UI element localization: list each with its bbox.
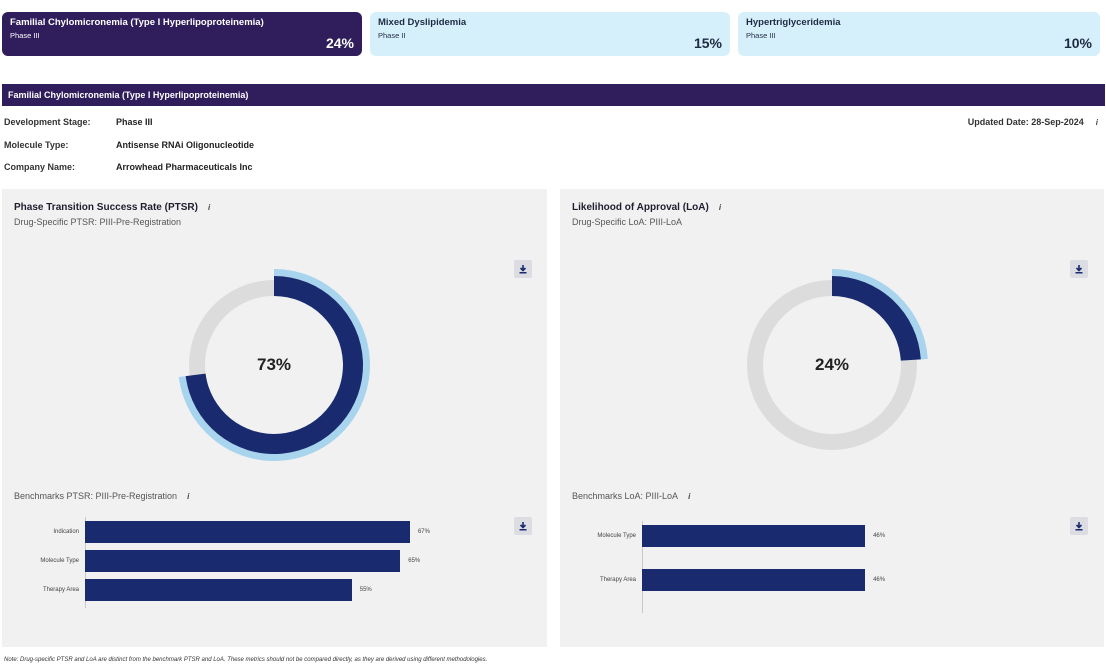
ptsr-benchmark-bar-label: Therapy Area (42, 587, 79, 593)
indication-phase: Phase III (746, 31, 776, 40)
company-value: Arrowhead Pharmaceuticals Inc (116, 162, 253, 172)
company-label: Company Name: (4, 162, 76, 172)
indication-card-familial-chylomicronemia[interactable]: Familial Chylomicronemia (Type I Hyperli… (2, 12, 362, 56)
ptsr-benchmark-bar-value: 55% (359, 587, 372, 593)
ptsr-benchmark-bar-row: Therapy Area 55% (43, 579, 525, 601)
ptsr-subtitle: Drug-Specific PTSR: PIII-Pre-Registratio… (14, 217, 182, 227)
ptsr-benchmark-bar (85, 550, 401, 572)
ptsr-title: Phase Transition Success Rate (PTSR) i (14, 202, 211, 213)
loa-benchmark-bar-label: Therapy Area (599, 577, 636, 583)
molecule-label: Molecule Type: (4, 140, 69, 150)
indication-name: Mixed Dyslipidemia (378, 17, 467, 28)
loa-benchmark-bar (642, 525, 866, 547)
ptsr-benchmark-bar-value: 67% (417, 529, 430, 535)
ptsr-benchmark-title: Benchmarks PTSR: PIII-Pre-Registration i (14, 491, 190, 501)
indication-pct: 10% (1063, 35, 1092, 51)
indication-banner: Familial Chylomicronemia (Type I Hyperli… (2, 84, 1105, 106)
loa-value: 24% (814, 355, 850, 374)
loa-benchmark-bar-label: Molecule Type (597, 533, 636, 539)
stage-label: Development Stage: (4, 117, 91, 127)
ptsr-value: 73% (256, 355, 292, 374)
ptsr-benchmark-bar (85, 521, 410, 543)
methodology-note: Note: Drug-specific PTSR and LoA are dis… (4, 657, 488, 663)
loa-benchmark-bar-row: Therapy Area 46% (600, 569, 1082, 591)
loa-benchmark-bar-row: Molecule Type 46% (597, 525, 1082, 547)
loa-title: Likelihood of Approval (LoA) i (572, 202, 722, 213)
info-icon[interactable]: i (208, 203, 210, 212)
indication-card-hypertriglyceridemia[interactable]: Hypertriglyceridemia Phase III 10% (738, 12, 1100, 56)
ptsr-benchmark-bar-label: Indication (53, 529, 79, 535)
indication-phase: Phase III (10, 31, 40, 40)
ptsr-benchmark-bar-row: Molecule Type 65% (40, 550, 525, 572)
updated-date: Updated Date: 28-Sep-2024 i (968, 117, 1098, 127)
loa-benchmark-bar-value: 46% (873, 577, 886, 583)
stage-value: Phase III (116, 117, 153, 127)
info-icon[interactable]: i (1096, 118, 1098, 127)
loa-panel: Likelihood of Approval (LoA) i Drug-Speci… (560, 189, 1104, 647)
info-icon[interactable]: i (187, 492, 189, 501)
ptsr-benchmark-bar-label: Molecule Type (40, 558, 79, 564)
molecule-value: Antisense RNAi Oligonucleotide (116, 140, 255, 150)
loa-benchmark-chart: Molecule Type 46% Therapy Area 46% (597, 521, 1082, 613)
indication-phase: Phase II (378, 31, 406, 40)
loa-benchmark-bar-value: 46% (873, 533, 886, 539)
download-icon[interactable] (1070, 260, 1088, 278)
ptsr-benchmark-bar-value: 65% (408, 558, 421, 564)
loa-benchmark-bar (642, 569, 866, 591)
download-icon[interactable] (514, 260, 532, 278)
indication-name: Familial Chylomicronemia (Type I Hyperli… (10, 17, 264, 28)
indication-name: Hypertriglyceridemia (746, 17, 841, 28)
indication-pct: 24% (325, 35, 354, 51)
info-icon[interactable]: i (719, 203, 721, 212)
indication-pct: 15% (693, 35, 722, 51)
loa-donut: 24% (732, 265, 932, 465)
loa-subtitle: Drug-Specific LoA: PIII-LoA (572, 217, 683, 227)
ptsr-benchmark-bar-row: Indication 67% (53, 521, 525, 543)
updated-date-text: Updated Date: 28-Sep-2024 (967, 117, 1084, 127)
ptsr-benchmark-bar (85, 579, 352, 601)
loa-benchmark-title: Benchmarks LoA: PIII-LoA i (572, 491, 691, 501)
ptsr-donut: 73% (174, 265, 374, 465)
indication-card-mixed-dyslipidemia[interactable]: Mixed Dyslipidemia Phase II 15% (370, 12, 730, 56)
ptsr-benchmark-chart: Indication 67% Molecule Type 65% Therapy Are… (40, 517, 525, 613)
info-icon[interactable]: i (688, 492, 690, 501)
ptsr-panel: Phase Transition Success Rate (PTSR) i Dr… (2, 189, 547, 647)
